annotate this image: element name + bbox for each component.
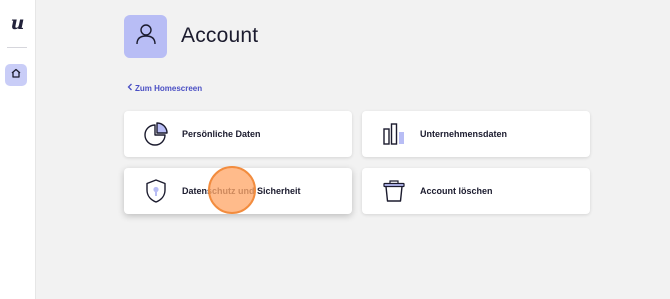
card-label: Unternehmensdaten xyxy=(420,129,508,139)
card-personal-data[interactable]: Persönliche Daten xyxy=(124,111,352,157)
pie-chart-icon xyxy=(141,119,171,149)
card-delete-account[interactable]: Account löschen xyxy=(362,168,590,214)
card-privacy-security[interactable]: Datenschutz und Sicherheit xyxy=(124,168,352,214)
back-to-homescreen-link[interactable]: Zum Homescreen xyxy=(127,83,202,93)
sidebar-home-button[interactable] xyxy=(5,64,27,86)
card-label: Datenschutz und Sicherheit xyxy=(182,186,301,196)
user-icon xyxy=(133,21,159,52)
back-link-label: Zum Homescreen xyxy=(135,83,203,93)
card-label: Account löschen xyxy=(420,186,493,196)
page-title: Account xyxy=(181,24,259,47)
sidebar: u xyxy=(0,0,36,299)
chevron-left-icon xyxy=(127,83,133,93)
app-logo[interactable]: u xyxy=(0,12,35,34)
trash-icon xyxy=(379,176,409,206)
home-icon xyxy=(10,66,22,84)
shield-icon xyxy=(141,176,171,206)
bar-chart-icon xyxy=(379,119,409,149)
account-avatar xyxy=(124,15,167,58)
card-company-data[interactable]: Unternehmensdaten xyxy=(362,111,590,157)
card-label: Persönliche Daten xyxy=(182,129,261,139)
sidebar-divider xyxy=(7,47,27,48)
